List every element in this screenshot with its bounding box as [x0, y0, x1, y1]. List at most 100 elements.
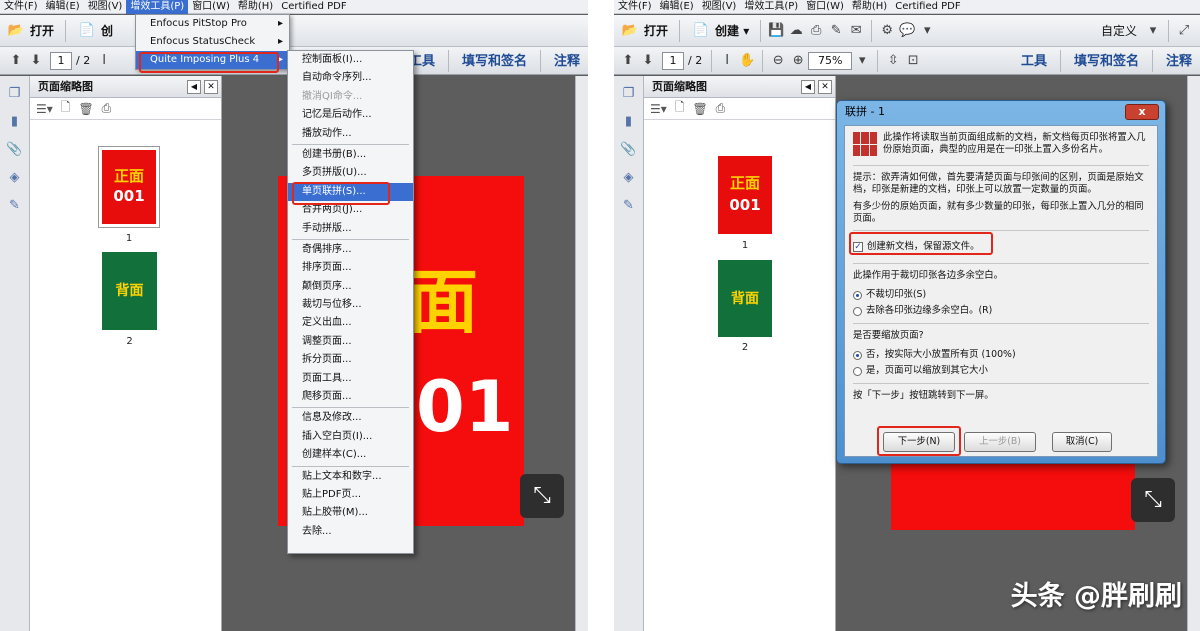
edit-icon[interactable]: ✎: [826, 21, 846, 41]
close-panel-icon[interactable]: ✕: [818, 80, 832, 94]
collapse-panel-icon[interactable]: ◀: [187, 80, 201, 94]
previous-button[interactable]: 上一步(B): [964, 432, 1036, 452]
thumbnail-page-1[interactable]: 正面 001 1: [98, 146, 160, 244]
submenu-item[interactable]: 播放动作...: [288, 125, 413, 143]
fill-sign-link[interactable]: 填写和签名: [454, 50, 535, 72]
menu-help[interactable]: 帮助(H): [234, 0, 277, 14]
zoom-in-icon[interactable]: ⊕: [788, 51, 808, 71]
submenu-item[interactable]: 信息及修改...: [288, 409, 413, 427]
menu-view[interactable]: 视图(V): [84, 0, 127, 14]
zoom-out-icon[interactable]: ⊖: [768, 51, 788, 71]
layers-icon[interactable]: ◈: [5, 168, 25, 188]
menu-plugins[interactable]: 增效工具(P): [740, 0, 802, 14]
page-thumbnails-icon[interactable]: ❐: [5, 84, 25, 104]
submenu-item[interactable]: 奇偶排序...: [288, 241, 413, 259]
comment-bubble-icon[interactable]: 💬: [897, 21, 917, 41]
submenu-item[interactable]: 创建样本(C)...: [288, 446, 413, 464]
submenu-item[interactable]: 颠倒页序...: [288, 278, 413, 296]
bookmark-icon[interactable]: ▮: [619, 112, 639, 132]
radio-trim[interactable]: 去除各印张边缘多余空白。(R): [853, 303, 1149, 319]
page-thumbnails-icon[interactable]: ❐: [619, 84, 639, 104]
menu-file[interactable]: 文件(F): [614, 0, 656, 14]
submenu-item[interactable]: 拆分页面...: [288, 351, 413, 369]
open-button[interactable]: 📂 打开: [0, 19, 60, 43]
submenu-item[interactable]: 调整页面...: [288, 333, 413, 351]
chevron-down-icon[interactable]: ▾: [1143, 21, 1163, 41]
menu-item-pitstop[interactable]: Enfocus PitStop Pro ▸: [136, 15, 289, 33]
print-page-icon[interactable]: ⎙: [716, 101, 726, 116]
submenu-item[interactable]: 裁切与位移...: [288, 296, 413, 314]
menu-help[interactable]: 帮助(H): [848, 0, 891, 14]
menu-item-statuscheck[interactable]: Enfocus StatusCheck ▸: [136, 33, 289, 51]
submenu-item[interactable]: 控制面板(I)...: [288, 51, 413, 69]
collapse-panel-icon[interactable]: ◀: [801, 80, 815, 94]
fit-page-icon[interactable]: ⤡: [520, 474, 564, 518]
delete-page-icon[interactable]: 🗑: [78, 102, 93, 116]
menu-certified-pdf[interactable]: Certified PDF: [891, 0, 964, 14]
options-icon[interactable]: ☰▾: [36, 102, 53, 116]
page-number-input[interactable]: 1: [50, 51, 72, 70]
submenu-item[interactable]: 去除...: [288, 523, 413, 541]
submenu-item[interactable]: 多页拼版(U)...: [288, 164, 413, 182]
open-button[interactable]: 📂 打开: [614, 19, 674, 43]
delete-page-icon[interactable]: 🗑: [692, 102, 707, 116]
previous-page-icon[interactable]: ⬆: [618, 51, 638, 71]
fit-page-icon[interactable]: ⊡: [903, 51, 923, 71]
vertical-scrollbar[interactable]: [575, 76, 588, 631]
fit-width-icon[interactable]: ⇳: [883, 51, 903, 71]
menu-plugins[interactable]: 增效工具(P): [126, 0, 189, 14]
layers-icon[interactable]: ◈: [619, 168, 639, 188]
gear-icon[interactable]: ⚙: [877, 21, 897, 41]
tools-link[interactable]: 工具: [1013, 50, 1055, 72]
previous-page-icon[interactable]: ⬆: [6, 51, 26, 71]
submenu-item[interactable]: 贴上PDF页...: [288, 486, 413, 504]
signature-icon[interactable]: ✎: [619, 196, 639, 216]
options-icon[interactable]: ☰▾: [650, 102, 667, 116]
submenu-item[interactable]: 自动命令序列...: [288, 69, 413, 87]
menu-edit[interactable]: 编辑(E): [656, 0, 698, 14]
save-icon[interactable]: 💾: [766, 21, 786, 41]
menu-edit[interactable]: 编辑(E): [42, 0, 84, 14]
submenu-item[interactable]: 手动拼版...: [288, 220, 413, 238]
fill-sign-link[interactable]: 填写和签名: [1066, 50, 1147, 72]
print-page-icon[interactable]: ⎙: [102, 101, 112, 116]
menu-certified-pdf[interactable]: Certified PDF: [277, 0, 350, 14]
hand-tool-icon[interactable]: ✋: [737, 51, 757, 71]
mail-icon[interactable]: ✉: [846, 21, 866, 41]
close-panel-icon[interactable]: ✕: [204, 80, 218, 94]
thumbnail-page-1[interactable]: 正面 001 1: [718, 156, 772, 251]
select-tool-icon[interactable]: I: [717, 51, 737, 71]
expand-icon[interactable]: ⤢: [1174, 21, 1194, 41]
chevron-down-icon[interactable]: ▾: [852, 51, 872, 71]
attachment-icon[interactable]: 📎: [619, 140, 639, 160]
submenu-item[interactable]: 贴上文本和数字...: [288, 468, 413, 486]
print-icon[interactable]: ⎙: [806, 21, 826, 41]
create-button[interactable]: 📄 创建 ▾: [685, 19, 755, 43]
submenu-item[interactable]: 创建书册(B)...: [288, 146, 413, 164]
menu-window[interactable]: 窗口(W): [188, 0, 234, 14]
radio-no-trim[interactable]: 不裁切印张(S): [853, 287, 1149, 303]
next-page-icon[interactable]: ⬇: [638, 51, 658, 71]
submenu-item[interactable]: 插入空白页(I)...: [288, 428, 413, 446]
radio-no-scale[interactable]: 否，按实际大小放置所有页 (100%): [853, 347, 1149, 363]
cancel-button[interactable]: 取消(C): [1052, 432, 1112, 452]
submenu-item[interactable]: 爬移页面...: [288, 388, 413, 406]
vertical-scrollbar[interactable]: [1187, 76, 1200, 631]
radio-scale[interactable]: 是，页面可以缩放到其它大小: [853, 363, 1149, 379]
customize-dropdown[interactable]: 自定义: [1101, 22, 1143, 39]
bookmark-icon[interactable]: ▮: [5, 112, 25, 132]
submenu-item[interactable]: 记忆是后动作...: [288, 106, 413, 124]
zoom-level-input[interactable]: 75%: [808, 51, 853, 70]
signature-icon[interactable]: ✎: [5, 196, 25, 216]
insert-page-icon[interactable]: 🗋: [675, 98, 685, 119]
page-number-input[interactable]: 1: [662, 51, 684, 70]
comment-link[interactable]: 注释: [546, 50, 588, 72]
select-tool-icon[interactable]: I: [94, 51, 114, 71]
cloud-icon[interactable]: ☁: [786, 21, 806, 41]
submenu-item[interactable]: 撤消QI命令...: [288, 88, 413, 106]
next-page-icon[interactable]: ⬇: [26, 51, 46, 71]
comment-link[interactable]: 注释: [1158, 50, 1200, 72]
thumbnail-page-2[interactable]: 背面 2: [102, 252, 157, 347]
attachment-icon[interactable]: 📎: [5, 140, 25, 160]
thumbnail-page-2[interactable]: 背面 2: [718, 260, 772, 353]
